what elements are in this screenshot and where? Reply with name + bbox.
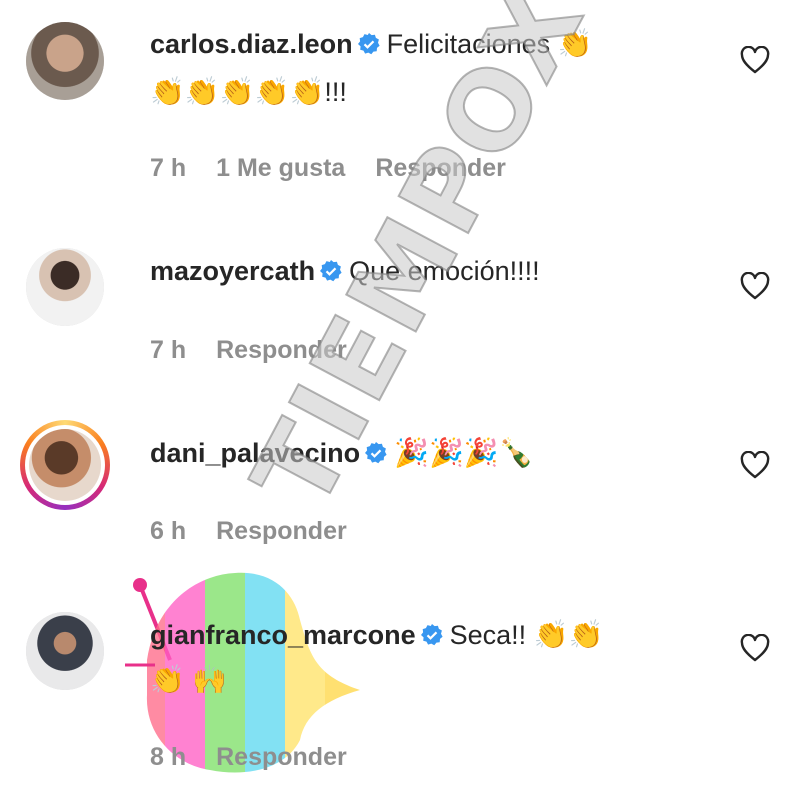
comment-meta: 6 h Responder (150, 517, 377, 546)
timestamp: 7 h (150, 154, 187, 182)
verified-badge-icon (357, 33, 380, 55)
verified-badge-icon (365, 442, 387, 464)
comment-body-line2: 👏 🙌 (150, 662, 227, 698)
reply-button[interactable]: Responder (216, 743, 347, 771)
avatar[interactable] (26, 612, 104, 690)
timestamp: 6 h (150, 517, 187, 545)
raised-hands-emoji: 🙌 (192, 663, 228, 696)
likes-count[interactable]: 1 Me gusta (216, 154, 345, 182)
timestamp: 8 h (150, 743, 187, 771)
comment-item: gianfranco_marcone Seca!! 👏👏 👏 🙌 8 h Respo… (0, 600, 800, 790)
heart-outline-icon[interactable] (740, 46, 770, 74)
party-emoji-group: 🎉🎉🎉🍾 (394, 436, 534, 469)
clap-emoji-group: 👏👏👏👏👏 (150, 75, 325, 108)
avatar[interactable] (26, 248, 104, 326)
clap-emoji: 👏 (557, 27, 593, 60)
comment-meta: 8 h Responder (150, 743, 377, 772)
username-link[interactable]: mazoyercath (150, 256, 315, 286)
comment-item: carlos.diaz.leon Felicitaciones 👏 👏👏👏👏👏!!… (0, 0, 800, 200)
verified-badge-icon (320, 260, 342, 282)
comment-item: mazoyercath Que emoción!!!! 7 h Responder (0, 240, 800, 380)
username-link[interactable]: gianfranco_marcone (150, 620, 416, 650)
comment-meta: 7 h Responder (150, 336, 377, 365)
reply-button[interactable]: Responder (216, 517, 347, 545)
comment-body: mazoyercath Que emoción!!!! (150, 253, 540, 289)
avatar-photo (26, 22, 104, 100)
comment-suffix: !!! (324, 77, 347, 107)
comment-body: gianfranco_marcone Seca!! 👏👏 (150, 617, 603, 653)
reply-button[interactable]: Responder (216, 336, 347, 364)
heart-outline-icon[interactable] (740, 451, 770, 479)
avatar-photo (29, 429, 101, 501)
clap-emoji-group: 👏👏 (533, 618, 604, 651)
reply-button[interactable]: Responder (375, 154, 506, 182)
comment-body: carlos.diaz.leon Felicitaciones 👏 (150, 26, 593, 62)
comment-text: Que emoción!!!! (349, 256, 540, 286)
comment-text: Felicitaciones (386, 29, 551, 59)
avatar-story-ring[interactable] (20, 420, 110, 510)
comment-body: dani_palavecino 🎉🎉🎉🍾 (150, 435, 534, 471)
avatar-photo (26, 248, 104, 326)
comment-meta: 7 h 1 Me gusta Responder (150, 154, 536, 183)
timestamp: 7 h (150, 336, 187, 364)
comment-item: dani_palavecino 🎉🎉🎉🍾 6 h Responder (0, 415, 800, 565)
heart-outline-icon[interactable] (740, 272, 770, 300)
clap-emoji: 👏 (150, 663, 185, 696)
username-link[interactable]: dani_palavecino (150, 438, 360, 468)
username-link[interactable]: carlos.diaz.leon (150, 29, 353, 59)
verified-badge-icon (420, 624, 443, 646)
avatar-photo (26, 612, 104, 690)
heart-outline-icon[interactable] (740, 634, 770, 662)
comment-body-line2: 👏👏👏👏👏!!! (150, 74, 347, 110)
avatar[interactable] (26, 22, 104, 100)
comment-text: Seca!! (449, 620, 527, 650)
